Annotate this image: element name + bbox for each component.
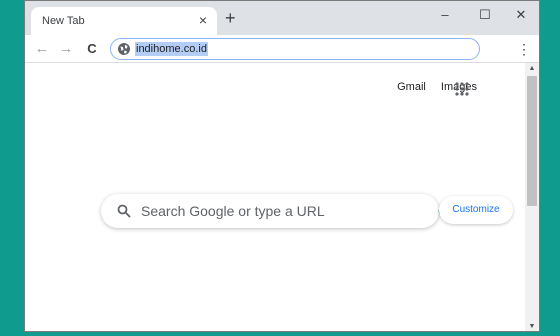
gmail-link[interactable]: Gmail — [397, 81, 426, 93]
new-tab-icon[interactable]: + — [225, 9, 236, 27]
more-menu-icon[interactable]: ⋮ — [517, 39, 531, 59]
scroll-up-icon[interactable]: ▲ — [525, 63, 539, 75]
search-icon — [117, 204, 131, 218]
scrollbar[interactable]: ▲ ▼ — [525, 63, 539, 331]
forward-icon[interactable]: → — [56, 39, 76, 59]
tab-title: New Tab — [42, 15, 85, 27]
customize-button[interactable]: Customize — [439, 196, 513, 224]
toolbar: ← → C indihome.co.id ⋮ — [25, 35, 539, 63]
maximize-button[interactable]: ☐ — [469, 5, 501, 25]
apps-grid-icon[interactable] — [455, 82, 469, 96]
reload-icon[interactable]: C — [82, 39, 102, 59]
minimize-button[interactable]: – — [429, 5, 461, 25]
back-icon[interactable]: ← — [32, 39, 52, 59]
close-window-button[interactable]: ✕ — [505, 5, 537, 25]
tab-close-icon[interactable]: × — [199, 12, 207, 28]
tab-new-tab[interactable]: New Tab × — [31, 7, 217, 35]
search-placeholder[interactable]: Search Google or type a URL — [141, 203, 325, 219]
title-bar: New Tab × + – ☐ ✕ — [25, 1, 539, 35]
search-box[interactable]: Search Google or type a URL — [101, 194, 448, 228]
browser-window: New Tab × + – ☐ ✕ ← → C indihome.co.id ⋮… — [24, 0, 540, 332]
url-text[interactable]: indihome.co.id — [135, 42, 208, 56]
new-tab-page: Gmail Images Search Google or type a URL… — [25, 63, 525, 331]
scroll-thumb[interactable] — [527, 76, 537, 206]
scroll-down-icon[interactable]: ▼ — [525, 321, 539, 331]
address-bar[interactable]: indihome.co.id — [110, 38, 480, 60]
globe-icon — [118, 43, 130, 55]
